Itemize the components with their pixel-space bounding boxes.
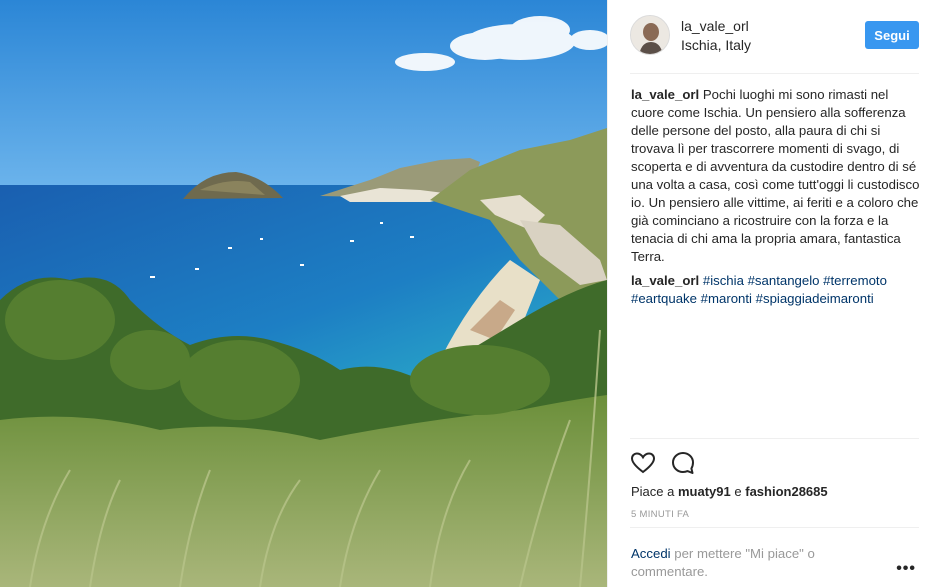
more-options-icon[interactable]: ••• [896,560,916,578]
post-photo[interactable] [0,0,607,587]
hashtag-ischia[interactable]: #ischia [703,273,744,288]
header-divider [630,73,919,74]
post-location[interactable]: Ischia, Italy [681,37,751,53]
post-caption: la_vale_orl Pochi luoghi mi sono rimasti… [631,86,921,266]
caption-username[interactable]: la_vale_orl [631,87,699,102]
header-username[interactable]: la_vale_orl [681,18,749,34]
follow-button[interactable]: Segui [865,21,919,49]
login-link[interactable]: Accedi [631,546,671,561]
login-prompt: Accedi per mettere "Mi piace" o commenta… [631,545,891,581]
hashtag-eartquake[interactable]: #eartquake [631,291,697,306]
hashtag-comment: la_vale_orl #ischia #santangelo #terremo… [631,272,921,308]
post-timestamp[interactable]: 5 MINUTI FA [631,509,689,520]
landscape-image [0,0,607,587]
liker-username-1[interactable]: muaty91 [678,484,731,499]
likes-conjunction: e [734,484,742,499]
liker-username-2[interactable]: fashion28685 [745,484,827,499]
hashtag-terremoto[interactable]: #terremoto [823,273,887,288]
footer-divider [630,527,919,528]
comment-bubble-icon[interactable] [670,450,696,476]
hashtag-spiaggiadeimaronti[interactable]: #spiaggiadeimaronti [756,291,874,306]
caption-text: Pochi luoghi mi sono rimasti nel cuore c… [631,87,920,264]
comment-username[interactable]: la_vale_orl [631,273,699,288]
hashtag-santangelo[interactable]: #santangelo [748,273,820,288]
avatar[interactable] [630,15,670,55]
post-header: la_vale_orl Ischia, Italy Segui [630,14,920,58]
likes-prefix: Piace a [631,484,675,499]
actions-divider [630,438,919,439]
post-details-panel: la_vale_orl Ischia, Italy Segui la_vale_… [607,0,928,587]
likes-summary: Piace a muaty91 e fashion28685 [631,484,828,499]
heart-icon[interactable] [630,450,656,476]
avatar-image [631,16,669,54]
hashtag-maronti[interactable]: #maronti [701,291,752,306]
